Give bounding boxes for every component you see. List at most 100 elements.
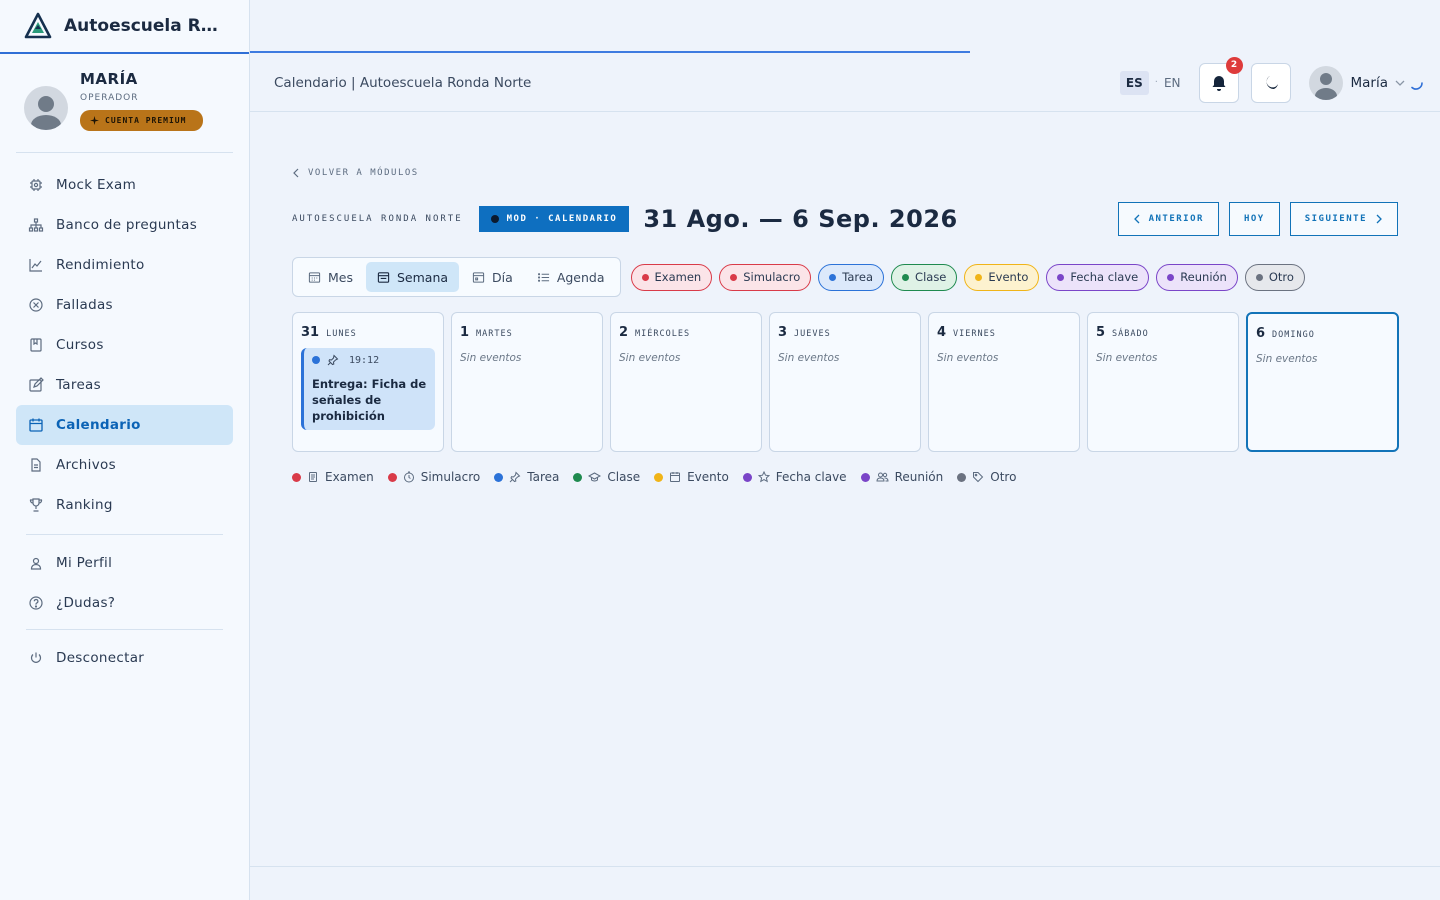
- sidebar-item-banco-preguntas[interactable]: Banco de preguntas: [16, 205, 233, 245]
- view-tab-agenda[interactable]: Agenda: [526, 262, 616, 292]
- brand[interactable]: Autoescuela Ro...: [0, 0, 249, 54]
- filter-chip-clase[interactable]: Clase: [891, 263, 958, 291]
- legend-item-tarea: Tarea: [494, 470, 559, 484]
- day-cell-miercoles[interactable]: 2 MIÉRCOLES Sin eventos: [610, 312, 762, 452]
- sidebar-item-mi-perfil[interactable]: Mi Perfil: [16, 543, 233, 583]
- sidebar-item-mock-exam[interactable]: Mock Exam: [16, 165, 233, 205]
- filter-chip-reunion[interactable]: Reunión: [1156, 263, 1238, 291]
- day-name: MARTES: [476, 329, 513, 339]
- logout-button[interactable]: Desconectar: [16, 638, 233, 678]
- sparkle-icon: [90, 116, 99, 125]
- day-cell-jueves[interactable]: 3 JUEVES Sin eventos: [769, 312, 921, 452]
- no-events-text: Sin eventos: [778, 352, 840, 364]
- filter-chip-otro[interactable]: Otro: [1244, 263, 1305, 291]
- sidebar-item-label: Mock Exam: [56, 177, 137, 193]
- list-icon: [537, 272, 549, 282]
- sidebar-item-rendimiento[interactable]: Rendimiento: [16, 245, 233, 285]
- back-to-modules-link[interactable]: VOLVER A MÓDULOS: [292, 168, 419, 178]
- group-icon: [876, 472, 889, 482]
- avatar[interactable]: [24, 86, 68, 130]
- help-icon: [28, 595, 44, 611]
- day-number: 3: [778, 325, 788, 340]
- event-type-legend: Examen Simulacro Tarea Clase Evento Fech…: [292, 470, 1016, 484]
- view-tab-mes[interactable]: Mes: [297, 262, 364, 292]
- event-card[interactable]: 19:12 Entrega: Ficha de señales de prohi…: [301, 348, 435, 430]
- sidebar-item-ranking[interactable]: Ranking: [16, 485, 233, 525]
- filter-chip-examen[interactable]: Examen: [630, 263, 713, 291]
- event-time: 19:12: [349, 354, 380, 366]
- day-number: 1: [460, 325, 470, 340]
- sidebar-item-label: Rendimiento: [56, 257, 145, 273]
- chevron-left-icon: [293, 168, 299, 178]
- sidebar-item-calendario[interactable]: Calendario: [16, 405, 233, 445]
- next-button[interactable]: SIGUIENTE: [1289, 202, 1398, 236]
- legend-label: Fecha clave: [775, 470, 847, 484]
- day-number: 31: [301, 325, 320, 340]
- legend-label: Examen: [325, 470, 374, 484]
- sidebar-item-label: Tareas: [56, 377, 101, 393]
- logout-label: Desconectar: [56, 650, 145, 666]
- power-icon: [28, 650, 44, 666]
- legend-label: Clase: [607, 470, 641, 484]
- sidebar-item-dudas[interactable]: ¿Dudas?: [16, 583, 233, 623]
- star-icon: [757, 471, 770, 483]
- sidebar-item-label: Falladas: [56, 297, 113, 313]
- chip-label: Clase: [915, 270, 947, 284]
- filter-chip-tarea[interactable]: Tarea: [818, 263, 885, 291]
- edit-icon: [28, 377, 44, 393]
- filter-chip-evento[interactable]: Evento: [964, 263, 1040, 291]
- filter-chip-simulacro[interactable]: Simulacro: [719, 263, 812, 291]
- day-number: 6: [1256, 326, 1266, 341]
- sidebar-item-label: ¿Dudas?: [56, 595, 116, 611]
- user-menu[interactable]: María: [1308, 65, 1425, 100]
- premium-badge: CUENTA PREMIUM: [80, 110, 203, 131]
- color-dot: [975, 273, 983, 281]
- day-cell-domingo[interactable]: 6 DOMINGO Sin eventos: [1246, 312, 1399, 452]
- day-cell-lunes[interactable]: 31 LUNES 19:12 Entrega: Ficha de señales…: [292, 312, 444, 452]
- color-dot: [1167, 273, 1175, 281]
- brand-name: Autoescuela Ro...: [64, 16, 224, 36]
- day-cell-martes[interactable]: 1 MARTES Sin eventos: [451, 312, 603, 452]
- legend-dot: [957, 472, 967, 482]
- lang-es-button[interactable]: ES: [1119, 70, 1149, 95]
- day-cell-viernes[interactable]: 4 VIERNES Sin eventos: [928, 312, 1080, 452]
- legend-dot: [860, 472, 870, 482]
- chip-label: Simulacro: [743, 270, 801, 284]
- view-tab-dia[interactable]: Día: [461, 262, 524, 292]
- chip-label: Evento: [988, 270, 1029, 284]
- legend-item-fecha-clave: Fecha clave: [742, 470, 847, 484]
- bell-icon: [1212, 75, 1225, 91]
- previous-button[interactable]: ANTERIOR: [1117, 202, 1219, 236]
- sidebar-item-falladas[interactable]: Falladas: [16, 285, 233, 325]
- legend-dot: [387, 472, 397, 482]
- legend-label: Tarea: [527, 470, 560, 484]
- legend-item-examen: Examen: [292, 470, 374, 484]
- filter-chip-fecha-clave[interactable]: Fecha clave: [1046, 263, 1150, 291]
- view-tab-semana[interactable]: Semana: [366, 262, 460, 292]
- sidebar-item-label: Archivos: [56, 457, 116, 473]
- notifications-button[interactable]: 2: [1198, 56, 1243, 103]
- sidebar-item-label: Cursos: [56, 337, 104, 353]
- day-cell-sabado[interactable]: 5 SÁBADO Sin eventos: [1087, 312, 1239, 452]
- week-icon: [377, 271, 390, 283]
- chip-label: Fecha clave: [1070, 270, 1139, 284]
- day-name: DOMINGO: [1272, 330, 1315, 340]
- sidebar-item-cursos[interactable]: Cursos: [16, 325, 233, 365]
- sidebar-item-label: Banco de preguntas: [56, 217, 198, 233]
- day-name: JUEVES: [794, 329, 831, 339]
- module-dot: [490, 215, 499, 223]
- chip-icon: [28, 177, 44, 193]
- theme-toggle-button[interactable]: [1250, 62, 1291, 103]
- lang-en-button[interactable]: EN: [1164, 76, 1181, 90]
- today-button[interactable]: HOY: [1228, 202, 1280, 236]
- chip-label: Otro: [1268, 270, 1294, 284]
- book-icon: [28, 337, 44, 353]
- hierarchy-icon: [28, 217, 44, 233]
- chip-label: Reunión: [1180, 270, 1227, 284]
- previous-label: ANTERIOR: [1148, 214, 1204, 224]
- color-dot: [1057, 273, 1065, 281]
- chip-label: Examen: [654, 270, 702, 284]
- premium-label: CUENTA PREMIUM: [105, 116, 187, 125]
- sidebar-item-archivos[interactable]: Archivos: [16, 445, 233, 485]
- sidebar-item-tareas[interactable]: Tareas: [16, 365, 233, 405]
